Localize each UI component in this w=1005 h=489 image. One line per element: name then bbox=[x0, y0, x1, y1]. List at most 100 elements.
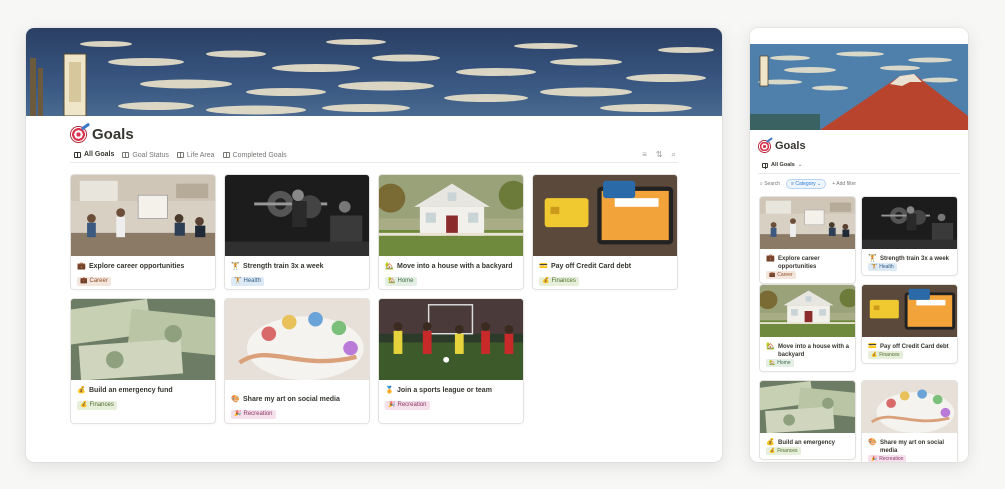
category-tag: 🏋 Health bbox=[231, 277, 264, 286]
soccer-image bbox=[379, 299, 523, 380]
goal-title: 💳 Pay off Credit Card debt bbox=[539, 262, 671, 271]
goal-card[interactable]: 🎨 Share my art on social media 🎉 Recreation bbox=[224, 298, 370, 424]
category-tag: 💰 Finances bbox=[77, 401, 117, 410]
category-tag: 💰 Finances bbox=[868, 351, 903, 359]
credit-card-image bbox=[533, 175, 677, 256]
target-dart-icon bbox=[758, 137, 773, 152]
category-tag: 🏡 Home bbox=[766, 359, 794, 367]
paint-palette-image bbox=[225, 299, 369, 380]
tag-emoji-icon: 💰 bbox=[80, 402, 88, 408]
goal-title: 🏡 Move into a house with a backyard bbox=[766, 343, 849, 359]
category-filter-chip[interactable]: ≡ Category ⌄ bbox=[786, 179, 827, 189]
sort-icon[interactable]: ⇅ bbox=[656, 151, 663, 159]
tag-label: Finances bbox=[777, 448, 798, 454]
search-label: Search bbox=[764, 181, 781, 187]
goal-card[interactable]: 🏋 Strength train 3x a week 🏋 Health bbox=[224, 174, 370, 290]
tag-label: Health bbox=[879, 264, 894, 270]
tag-emoji-icon: 🎉 bbox=[871, 456, 878, 462]
tag-emoji-icon: 🏡 bbox=[388, 278, 396, 284]
page-title-row-mobile: Goals bbox=[758, 137, 806, 152]
tag-emoji-icon: 💰 bbox=[871, 352, 878, 358]
cover-image bbox=[26, 28, 722, 116]
goal-card[interactable]: 💰Build an emergency fund💰Finances bbox=[759, 380, 856, 460]
tag-emoji-icon: 🎉 bbox=[234, 411, 242, 417]
goal-title-text: Strength train 3x a week bbox=[243, 263, 324, 270]
filter-icon[interactable]: ≡ bbox=[642, 151, 647, 159]
cash-image bbox=[760, 381, 855, 433]
tag-label: Recreation bbox=[397, 402, 427, 408]
tag-label: Finances bbox=[551, 278, 576, 284]
category-tag: 🏋 Health bbox=[868, 263, 897, 271]
goal-title: 💼 Explore career opportunities bbox=[766, 255, 849, 271]
goal-card[interactable]: 🏋 Strength train 3x a week 🏋 Health bbox=[861, 196, 958, 276]
goal-title-text: Share my art on social media bbox=[880, 440, 945, 454]
page-title: Goals bbox=[775, 139, 806, 152]
goal-title: 🏡 Move into a house with a backyard bbox=[385, 262, 517, 271]
goal-card[interactable]: 🏡 Move into a house with a backyard 🏡 Home bbox=[378, 174, 524, 290]
goal-title-text: Explore career opportunities bbox=[89, 263, 185, 270]
view-selector[interactable]: All Goals ⌄ bbox=[762, 162, 803, 169]
goal-emoji-icon: 🏡 bbox=[385, 263, 394, 270]
gallery-icon bbox=[762, 162, 768, 169]
goal-emoji-icon: 🎨 bbox=[231, 396, 240, 403]
category-tag: 💰 Finances bbox=[766, 447, 801, 455]
tag-emoji-icon: 🏋 bbox=[871, 264, 878, 270]
goal-card[interactable]: 🏅 Join a sports league or team 🎉 Recreation bbox=[378, 298, 524, 424]
goal-title: 💳 Pay off Credit Card debt bbox=[868, 343, 951, 351]
chevron-down-icon: ⌄ bbox=[797, 162, 803, 168]
goal-title: 🎨 Share my art on social media bbox=[231, 395, 363, 404]
tag-label: Finances bbox=[879, 352, 900, 358]
goal-title-text: Strength train 3x a week bbox=[880, 256, 950, 262]
goal-title-text: Move into a house with a backyard bbox=[778, 344, 850, 358]
gym-image bbox=[225, 175, 369, 256]
goal-emoji-icon: 💼 bbox=[77, 263, 86, 270]
filter-icon: ≡ bbox=[791, 181, 794, 187]
tag-emoji-icon: 🏋 bbox=[234, 278, 242, 284]
goal-card[interactable]: 💼 Explore career opportunities 💼 Career bbox=[759, 196, 856, 284]
goal-emoji-icon: 💳 bbox=[868, 343, 877, 350]
view-divider bbox=[758, 173, 960, 174]
office-meeting-image bbox=[760, 197, 855, 249]
goal-emoji-icon: 🏋 bbox=[868, 255, 877, 262]
goal-card[interactable]: 💳 Pay off Credit Card debt 💰 Finances bbox=[532, 174, 678, 290]
house-image bbox=[760, 285, 855, 337]
tag-emoji-icon: 🎉 bbox=[388, 402, 396, 408]
category-tag: 🎉 Recreation bbox=[868, 455, 907, 462]
goal-card[interactable]: 💰Build an emergency fund 💰Finances bbox=[70, 298, 216, 424]
goal-title: 🎨 Share my art on social media bbox=[868, 439, 951, 455]
gym-image bbox=[862, 197, 957, 249]
tag-emoji-icon: 💰 bbox=[542, 278, 550, 284]
goal-title: 🏋 Strength train 3x a week bbox=[231, 262, 363, 271]
goal-emoji-icon: 💼 bbox=[766, 255, 775, 262]
tag-label: Career bbox=[89, 278, 108, 284]
search-icon[interactable]: ⌕ bbox=[672, 151, 676, 159]
goal-card[interactable]: 🏡 Move into a house with a backyard 🏡 Home bbox=[759, 284, 856, 372]
goal-emoji-icon: 🏡 bbox=[766, 343, 775, 350]
tag-emoji-icon: 💼 bbox=[769, 272, 776, 278]
tag-emoji-icon: 💼 bbox=[80, 278, 88, 284]
tag-label: Home bbox=[397, 278, 414, 284]
goal-card[interactable]: 💳 Pay off Credit Card debt 💰 Finances bbox=[861, 284, 958, 364]
chevron-down-icon: ⌄ bbox=[817, 181, 822, 187]
tag-label: Home bbox=[777, 360, 791, 366]
goal-title-text: Pay off Credit Card debt bbox=[880, 344, 949, 350]
tag-label: Health bbox=[243, 278, 261, 284]
cash-image bbox=[71, 299, 215, 380]
filter-bar: ⌕ Search ≡ Category ⌄ + Add filter bbox=[760, 179, 856, 189]
search-icon: ⌕ bbox=[760, 181, 763, 187]
goal-title: 💰Build an emergency fund bbox=[77, 386, 209, 395]
page-title-row: Goals bbox=[70, 122, 134, 143]
tab-label: Completed Goals bbox=[232, 151, 287, 159]
add-filter-button[interactable]: + Add filter bbox=[832, 181, 856, 187]
goal-title-text: Share my art on social media bbox=[243, 396, 340, 403]
category-tag: 💼 Career bbox=[77, 277, 111, 286]
tag-label: Recreation bbox=[243, 411, 273, 417]
tab-label: Life Area bbox=[186, 151, 215, 159]
search-button[interactable]: ⌕ Search bbox=[760, 181, 780, 187]
cover-image-mobile bbox=[750, 44, 968, 130]
goal-title-text: Explore career opportunities bbox=[778, 256, 820, 270]
goal-emoji-icon: 💰 bbox=[766, 439, 775, 446]
goal-card[interactable]: 💼 Explore career opportunities 💼 Career bbox=[70, 174, 216, 290]
goal-card[interactable]: 🎨 Share my art on social media 🎉 Recreation bbox=[861, 380, 958, 462]
paint-palette-image bbox=[862, 381, 957, 433]
